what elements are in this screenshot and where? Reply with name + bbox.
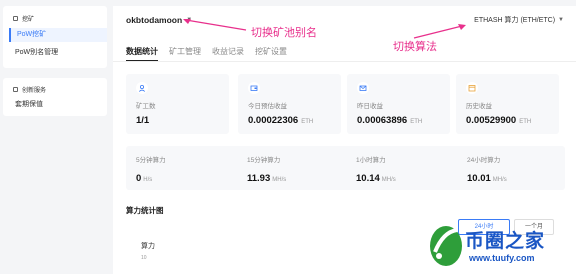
card-label: 历史收益 (466, 103, 492, 110)
annotation-arrow-alias (183, 19, 247, 31)
divider (113, 61, 576, 62)
hashrate-15min: 15分钟算力 11.93 MH/s (247, 157, 287, 184)
watermark-url: www.tuufy.com (469, 253, 535, 263)
sidebar-group-title: 创新服务 (13, 85, 46, 94)
tab-earnings-record[interactable]: 收益记录 (212, 46, 244, 62)
envelope-icon (357, 82, 369, 94)
sidebar-item-pow-mining[interactable]: PoW挖矿 (9, 28, 107, 42)
sidebar-item-hedging[interactable]: 套期保值 (9, 98, 107, 112)
calendar-icon (466, 82, 478, 94)
annotation-switch-algo: 切换算法 (393, 41, 437, 53)
card-label: 矿工数 (136, 103, 156, 110)
hashrate-row: 5分钟算力 0 H/s 15分钟算力 11.93 MH/s 1小时算力 10.14 M… (126, 146, 565, 190)
tab-statistics[interactable]: 数据统计 (126, 46, 158, 62)
watermark: 币圈之家 www.tuufy.com (423, 220, 573, 272)
card-label: 今日预估收益 (248, 103, 287, 110)
hashrate-5min: 5分钟算力 0 H/s (136, 157, 166, 184)
sidebar-item-pow-alias[interactable]: PoW别名管理 (9, 46, 107, 60)
chart-y-tick: 10 (141, 255, 147, 261)
hashrate-24h: 24小时算力 10.01 MH/s (467, 157, 507, 184)
card-label: 昨日收益 (357, 103, 383, 110)
card-value: 1/1 (136, 115, 150, 126)
stat-card-today-earnings: 今日预估收益 0.00022306 ETH (238, 74, 341, 134)
algorithm-selector[interactable]: ETHASH 算力 (ETH/ETC) ▼ (474, 15, 564, 25)
chevron-down-icon: ▼ (558, 17, 564, 23)
sidebar-group-mining: 挖矿 PoW挖矿 PoW别名管理 (3, 6, 107, 68)
worker-icon (136, 82, 148, 94)
watermark-logo-icon (430, 226, 462, 266)
mining-group-icon (13, 16, 18, 21)
hashrate-1h: 1小时算力 10.14 MH/s (356, 157, 396, 184)
sidebar: 挖矿 PoW挖矿 PoW别名管理 创新服务 套期保值 (0, 0, 107, 274)
card-value: 0.00063896 ETH (357, 115, 423, 126)
annotation-switch-alias: 切换矿池别名 (251, 27, 317, 39)
tab-miner-management[interactable]: 矿工管理 (169, 46, 201, 62)
chart-y-label: 算力 (141, 243, 155, 250)
stat-card-yesterday-earnings: 昨日收益 0.00063896 ETH (347, 74, 450, 134)
stat-card-workers: 矿工数 1/1 (126, 74, 229, 134)
sidebar-group-title: 挖矿 (13, 14, 34, 23)
account-name: okbtodamoon (126, 15, 183, 25)
tab-mining-settings[interactable]: 挖矿设置 (255, 46, 287, 62)
innovation-group-icon (13, 87, 18, 92)
tab-bar: 数据统计 矿工管理 收益记录 挖矿设置 (126, 46, 287, 62)
algorithm-label: ETHASH 算力 (ETH/ETC) (474, 17, 556, 24)
card-value: 0.00529900 ETH (466, 115, 532, 126)
wallet-icon (248, 82, 260, 94)
stat-card-history-earnings: 历史收益 0.00529900 ETH (456, 74, 559, 134)
sidebar-group-innovation: 创新服务 套期保值 (3, 78, 107, 116)
card-value: 0.00022306 ETH (248, 115, 314, 126)
watermark-text: 币圈之家 (465, 231, 546, 252)
chart-title: 算力统计图 (126, 206, 164, 215)
